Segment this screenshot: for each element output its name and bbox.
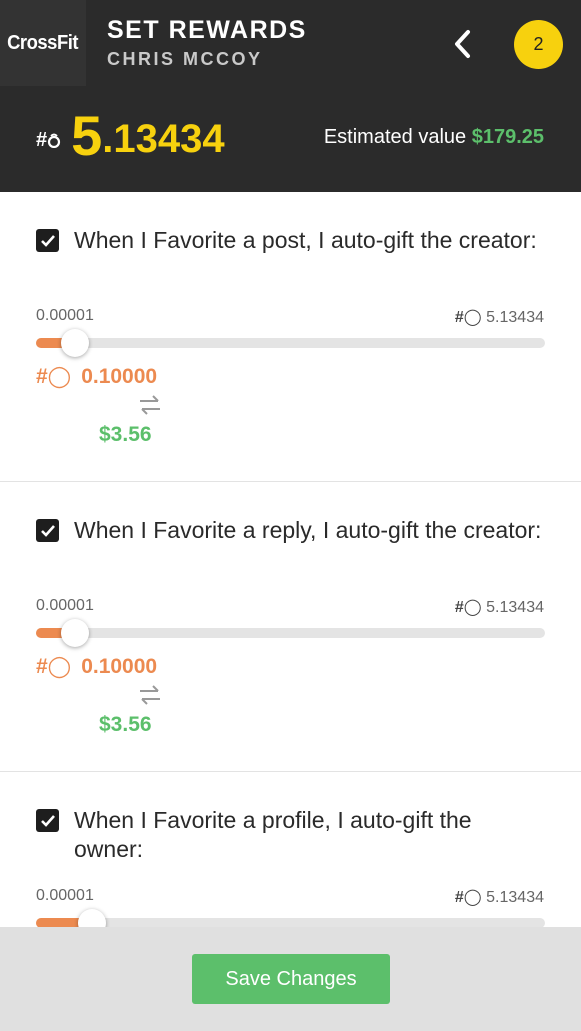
slider-thumb[interactable] (61, 329, 89, 357)
token-symbol-icon: #◯ (36, 365, 72, 388)
app-header: CrossFit SET REWARDS CHRIS MCCOY 2 # 5 .… (0, 0, 581, 192)
reward-rule-text: When I Favorite a reply, I auto-gift the… (74, 517, 542, 543)
slider-max-label: #◯ 5.13434 (454, 599, 544, 616)
gift-amount-slider[interactable] (36, 329, 545, 357)
reward-checkbox[interactable] (36, 809, 59, 832)
reward-checkbox[interactable] (36, 519, 59, 542)
checkmark-icon (40, 234, 55, 247)
reward-rule-text: When I Favorite a post, I auto-gift the … (74, 227, 537, 253)
gift-amount: #◯ 0.10000 (36, 365, 158, 388)
swap-arrows-icon (140, 395, 160, 415)
page-title: SET REWARDS (107, 16, 307, 44)
slider-thumb[interactable] (61, 619, 89, 647)
user-name: CHRIS MCCOY (107, 49, 263, 69)
checkmark-icon (40, 814, 55, 827)
estimated-value: Estimated value $179.25 (324, 126, 544, 149)
slider-max-label: #◯ 5.13434 (454, 889, 544, 906)
back-button[interactable] (448, 26, 478, 62)
reward-checkbox[interactable] (36, 229, 59, 252)
save-changes-button[interactable]: Save Changes (192, 954, 390, 1004)
token-symbol-icon: #◯ (454, 889, 482, 906)
gift-amount: #◯ 0.10000 (36, 655, 158, 678)
swap-arrows-icon (140, 685, 160, 705)
gift-usd-value: $3.56 (99, 713, 152, 736)
chevron-left-icon (455, 30, 470, 58)
estimated-amount: $179.25 (471, 126, 544, 148)
estimated-label: Estimated value (323, 126, 472, 148)
slider-thumb[interactable] (78, 909, 106, 927)
notification-badge[interactable]: 2 (514, 20, 563, 69)
reward-post: When I Favorite a post, I auto-gift the … (0, 192, 581, 482)
token-symbol-icon: #◯ (36, 655, 72, 678)
token-symbol-icon: #◯ (454, 599, 482, 616)
token-symbol-icon: #◯ (454, 309, 482, 326)
token-balance: # 5 .13434 (36, 104, 225, 164)
reward-profile: When I Favorite a profile, I auto-gift t… (0, 772, 581, 927)
reward-rule-text: When I Favorite a profile, I auto-gift t… (74, 807, 472, 862)
reward-reply: When I Favorite a reply, I auto-gift the… (0, 482, 581, 772)
slider-min-label: 0.00001 (36, 307, 94, 324)
slider-min-label: 0.00001 (36, 597, 94, 614)
gift-usd-value: $3.56 (99, 423, 152, 446)
slider-min-label: 0.00001 (36, 887, 94, 904)
gift-amount-slider[interactable] (36, 909, 545, 927)
balance-integer: 5 (71, 104, 103, 167)
gift-amount-slider[interactable] (36, 619, 545, 647)
crossfit-logo: CrossFit (0, 0, 86, 86)
token-symbol-icon: # (36, 129, 61, 152)
balance-decimal: .13434 (102, 117, 225, 161)
slider-max-label: #◯ 5.13434 (454, 309, 544, 326)
footer-bar: Save Changes (0, 927, 581, 1031)
checkmark-icon (40, 524, 55, 537)
logo-text: CrossFit (7, 31, 79, 54)
